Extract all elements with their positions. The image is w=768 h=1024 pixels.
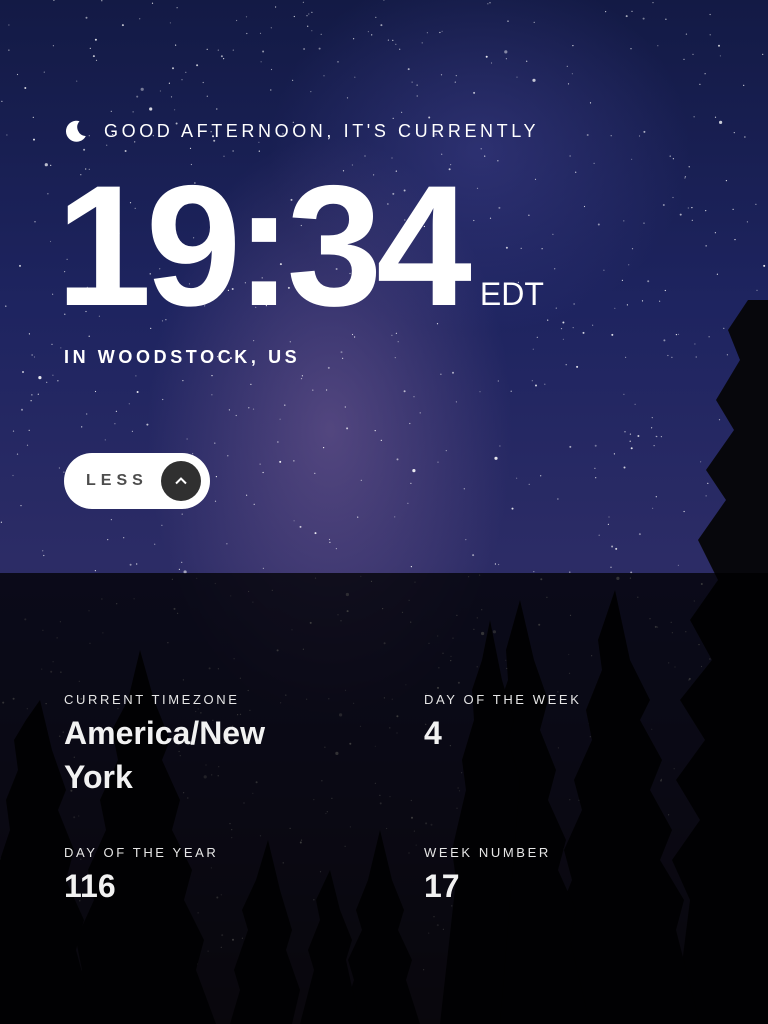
timezone-abbreviation: EDT bbox=[479, 276, 544, 312]
week-number-label: WEEK NUMBER bbox=[424, 845, 551, 860]
greeting-text: GOOD AFTERNOON, IT'S CURRENTLY bbox=[104, 120, 540, 141]
details-panel: CURRENT TIMEZONE America/New York DAY OF… bbox=[0, 573, 768, 1024]
day-of-year-label: DAY OF THE YEAR bbox=[64, 845, 219, 860]
week-number-stat: WEEK NUMBER 17 bbox=[424, 845, 551, 908]
toggle-label: LESS bbox=[86, 472, 148, 489]
week-number-value: 17 bbox=[424, 868, 460, 904]
chevron-up-icon[interactable] bbox=[161, 461, 201, 501]
location-text: IN WOODSTOCK, US bbox=[64, 347, 301, 367]
current-time: 19:34 bbox=[56, 150, 472, 342]
timezone-label: CURRENT TIMEZONE bbox=[64, 692, 240, 707]
timezone-value: America/New York bbox=[64, 715, 265, 795]
clock-app: GOOD AFTERNOON, IT'S CURRENTLY 19:34 EDT… bbox=[0, 0, 768, 1024]
time-display: 19:34 EDT bbox=[56, 160, 544, 332]
day-of-year-stat: DAY OF THE YEAR 116 bbox=[64, 845, 218, 908]
moon-icon bbox=[65, 120, 86, 142]
day-of-year-value: 116 bbox=[64, 868, 116, 904]
greeting-row: GOOD AFTERNOON, IT'S CURRENTLY bbox=[64, 117, 539, 145]
day-of-week-stat: DAY OF THE WEEK 4 bbox=[424, 692, 581, 755]
day-of-week-label: DAY OF THE WEEK bbox=[424, 692, 582, 707]
day-of-week-value: 4 bbox=[424, 715, 442, 751]
less-toggle-button[interactable]: LESS bbox=[64, 453, 210, 509]
timezone-stat: CURRENT TIMEZONE America/New York bbox=[64, 692, 324, 799]
